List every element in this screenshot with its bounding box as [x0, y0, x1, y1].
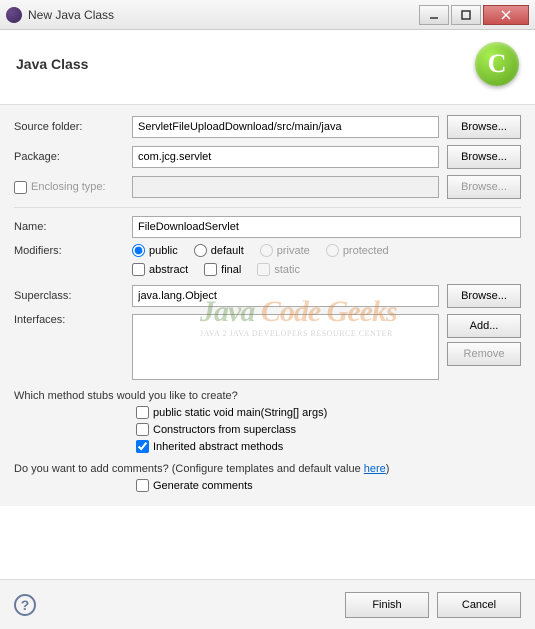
interfaces-label: Interfaces: — [14, 314, 124, 326]
finish-button[interactable]: Finish — [345, 592, 429, 618]
interfaces-list[interactable] — [132, 314, 439, 380]
superclass-label: Superclass: — [14, 290, 124, 302]
source-folder-label: Source folder: — [14, 121, 124, 133]
configure-templates-link[interactable]: here — [364, 463, 386, 475]
stub-constructors[interactable]: Constructors from superclass — [136, 423, 521, 436]
separator — [14, 207, 521, 208]
page-title: Java Class — [16, 56, 88, 72]
eclipse-icon — [6, 7, 22, 23]
interfaces-remove-button: Remove — [447, 342, 521, 366]
modifier-static: static — [257, 263, 300, 276]
modifiers-label: Modifiers: — [14, 245, 124, 257]
generate-comments[interactable]: Generate comments — [136, 479, 521, 492]
enclosing-type-input — [132, 176, 439, 198]
class-icon: C — [475, 42, 519, 86]
help-icon[interactable]: ? — [14, 594, 36, 616]
minimize-button[interactable] — [419, 5, 449, 25]
package-input[interactable] — [132, 146, 439, 168]
enclosing-type-label[interactable]: Enclosing type: — [14, 181, 124, 194]
stub-inherited[interactable]: Inherited abstract methods — [136, 440, 521, 453]
cancel-button[interactable]: Cancel — [437, 592, 521, 618]
name-label: Name: — [14, 221, 124, 233]
stubs-question: Which method stubs would you like to cre… — [14, 390, 521, 402]
source-folder-browse-button[interactable]: Browse... — [447, 115, 521, 139]
form-area: Source folder: Browse... Package: Browse… — [0, 105, 535, 506]
modifier-abstract[interactable]: abstract — [132, 263, 188, 276]
enclosing-type-browse-button: Browse... — [447, 175, 521, 199]
window-titlebar: New Java Class — [0, 0, 535, 30]
dialog-header: Java Class C — [0, 30, 535, 105]
modifier-default[interactable]: default — [194, 244, 244, 257]
modifier-final[interactable]: final — [204, 263, 241, 276]
superclass-input[interactable] — [132, 285, 439, 307]
interfaces-add-button[interactable]: Add... — [447, 314, 521, 338]
comments-question: Do you want to add comments? (Configure … — [14, 463, 521, 475]
window-title: New Java Class — [28, 8, 419, 22]
package-label: Package: — [14, 151, 124, 163]
modifier-public[interactable]: public — [132, 244, 178, 257]
modifier-private: private — [260, 244, 310, 257]
name-input[interactable] — [132, 216, 521, 238]
superclass-browse-button[interactable]: Browse... — [447, 284, 521, 308]
close-button[interactable] — [483, 5, 529, 25]
enclosing-type-checkbox[interactable] — [14, 181, 27, 194]
stub-main[interactable]: public static void main(String[] args) — [136, 406, 521, 419]
maximize-button[interactable] — [451, 5, 481, 25]
package-browse-button[interactable]: Browse... — [447, 145, 521, 169]
dialog-footer: ? Finish Cancel — [0, 579, 535, 629]
source-folder-input[interactable] — [132, 116, 439, 138]
modifier-protected: protected — [326, 244, 389, 257]
window-controls — [419, 5, 529, 25]
